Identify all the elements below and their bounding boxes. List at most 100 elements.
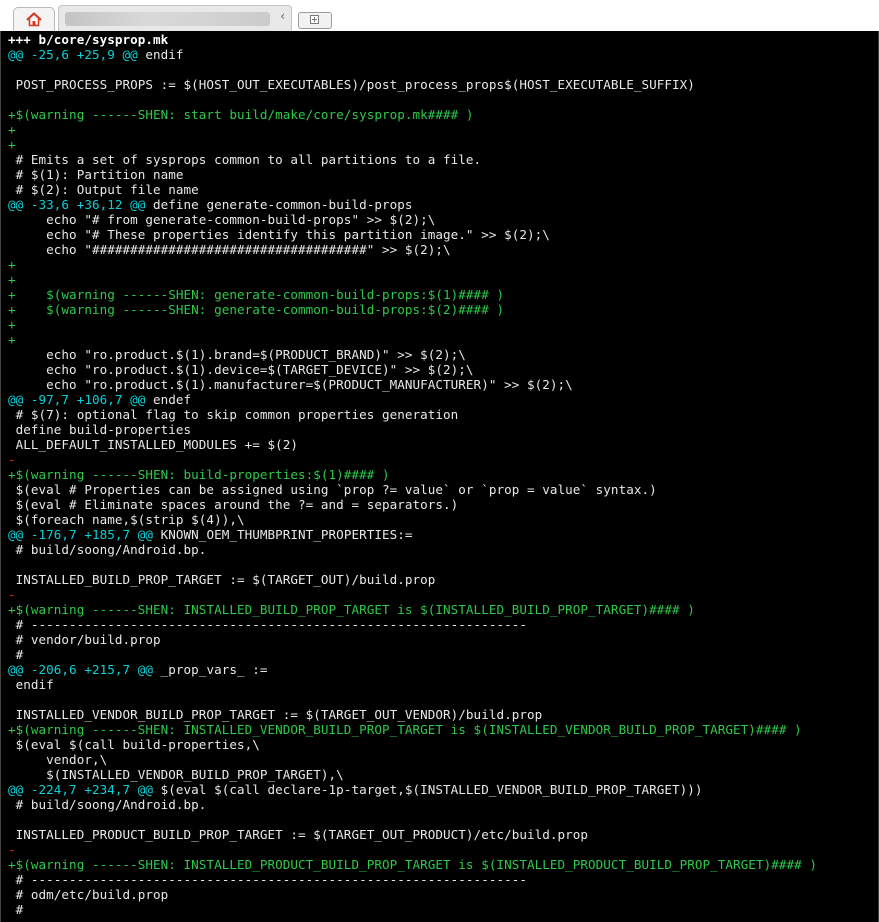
diff-context-line: # $(7): optional flag to skip common pro… (8, 407, 459, 422)
diff-line-text: @@ -33,6 +36,12 @@ (8, 197, 146, 212)
diff-context-line: # build/soong/Android.bp. (8, 542, 207, 557)
diff-line-text: @@ -176,7 +185,7 @@ (8, 527, 154, 542)
diff-line-text: echo "ro.product.$(1).manufacturer=$(PRO… (8, 377, 573, 392)
diff-line-text: $(foreach name,$(strip $(4)),\ (8, 512, 245, 527)
diff-line-text: - (8, 452, 16, 467)
hunk-context-text: endif (137, 47, 184, 62)
diff-line-text: +$(warning ------SHEN: INSTALLED_PRODUCT… (8, 857, 817, 872)
diff-context-line: INSTALLED_BUILD_PROP_TARGET := $(TARGET_… (8, 572, 436, 587)
diff-file-header: +++ b/core/sysprop.mk (8, 32, 168, 47)
home-tab[interactable] (13, 7, 55, 32)
tab-title-redacted (65, 12, 270, 26)
diff-added-line: +$(warning ------SHEN: start build/make/… (8, 107, 474, 122)
diff-context-line: $(INSTALLED_VENDOR_BUILD_PROP_TARGET),\ (8, 767, 344, 782)
diff-hunk-header: @@ -176,7 +185,7 @@ KNOWN_OEM_THUMBPRINT… (8, 527, 413, 542)
diff-line-text: # vendor/build.prop (8, 632, 161, 647)
diff-added-line: + (8, 257, 16, 272)
diff-hunk-header: @@ -224,7 +234,7 @@ $(eval $(call declar… (8, 782, 703, 797)
diff-context-line: echo "ro.product.$(1).manufacturer=$(PRO… (8, 377, 573, 392)
diff-hunk-header: @@ -33,6 +36,12 @@ define generate-commo… (8, 197, 413, 212)
diff-context-line: $(eval # Properties can be assigned usin… (8, 482, 657, 497)
diff-line-text: - (8, 842, 16, 857)
diff-removed-line: - (8, 842, 16, 857)
diff-line-text: + (8, 122, 16, 137)
diff-line-text: # (8, 647, 24, 662)
diff-hunk-header: @@ -25,6 +25,9 @@ endif (8, 47, 184, 62)
diff-context-line: INSTALLED_PRODUCT_BUILD_PROP_TARGET := $… (8, 827, 588, 842)
diff-added-line: + $(warning ------SHEN: generate-common-… (8, 287, 504, 302)
diff-context-line: ALL_DEFAULT_INSTALLED_MODULES += $(2) (8, 437, 298, 452)
diff-line-text: echo "# from generate-common-build-props… (8, 212, 436, 227)
diff-line-text: echo "##################################… (8, 242, 451, 257)
hunk-context-text: endef (145, 392, 192, 407)
diff-context-line: POST_PROCESS_PROPS := $(HOST_OUT_EXECUTA… (8, 77, 695, 92)
hunk-context-text: $(eval $(call declare-1p-target,$(INSTAL… (153, 782, 703, 797)
diff-line-text: INSTALLED_PRODUCT_BUILD_PROP_TARGET := $… (8, 827, 589, 842)
diff-line-text: +$(warning ------SHEN: start build/make/… (8, 107, 474, 122)
diff-line-text: $(eval # Eliminate spaces around the ?= … (8, 497, 459, 512)
chevron-left-icon[interactable]: ‹ (280, 9, 285, 23)
diff-line-text: + $(warning ------SHEN: generate-common-… (8, 302, 505, 317)
diff-context-line: # odm/etc/build.prop (8, 887, 169, 902)
diff-context-line: $(foreach name,$(strip $(4)),\ (8, 512, 245, 527)
diff-context-line: # --------------------------------------… (8, 617, 527, 632)
diff-line-text: vendor,\ (8, 752, 108, 767)
diff-line-text: @@ -206,6 +215,7 @@ (8, 662, 154, 677)
diff-context-line: echo "ro.product.$(1).device=$(TARGET_DE… (8, 362, 474, 377)
diff-added-line: + $(warning ------SHEN: generate-common-… (8, 302, 504, 317)
diff-added-line: +$(warning ------SHEN: INSTALLED_VENDOR_… (8, 722, 802, 737)
diff-line-text: - (8, 587, 16, 602)
diff-line-text: # build/soong/Android.bp. (8, 797, 207, 812)
diff-line-text: INSTALLED_VENDOR_BUILD_PROP_TARGET := $(… (8, 707, 543, 722)
diff-context-line: echo "# from generate-common-build-props… (8, 212, 435, 227)
new-tab-button[interactable] (298, 12, 332, 29)
diff-line-text: # --------------------------------------… (8, 617, 527, 632)
diff-added-line: + (8, 332, 16, 347)
active-session-tab[interactable]: ‹ (58, 5, 292, 32)
diff-line-text: # Emits a set of sysprops common to all … (8, 152, 482, 167)
diff-added-line: + (8, 137, 16, 152)
diff-context-line: INSTALLED_VENDOR_BUILD_PROP_TARGET := $(… (8, 707, 543, 722)
diff-line-text: +$(warning ------SHEN: INSTALLED_VENDOR_… (8, 722, 802, 737)
diff-line-text: +++ b/core/sysprop.mk (8, 32, 169, 47)
diff-context-line: # $(1): Partition name (8, 167, 184, 182)
diff-line-text: $(INSTALLED_VENDOR_BUILD_PROP_TARGET),\ (8, 767, 344, 782)
diff-removed-line: - (8, 587, 16, 602)
diff-line-text: + (8, 332, 16, 347)
diff-context-line: # $(2): Output file name (8, 182, 199, 197)
diff-line-text: echo "# These properties identify this p… (8, 227, 550, 242)
diff-added-line: +$(warning ------SHEN: INSTALLED_PRODUCT… (8, 857, 817, 872)
diff-line-text: # build/soong/Android.bp. (8, 542, 207, 557)
diff-line-text: $(eval # Properties can be assigned usin… (8, 482, 657, 497)
diff-line-text: + (8, 257, 16, 272)
diff-context-line: define build-properties (8, 422, 191, 437)
diff-context-line: vendor,\ (8, 752, 107, 767)
diff-line-text: POST_PROCESS_PROPS := $(HOST_OUT_EXECUTA… (8, 77, 695, 92)
hunk-context-text: _prop_vars_ := (153, 662, 268, 677)
diff-line-text: # $(2): Output file name (8, 182, 199, 197)
diff-context-line: # (8, 647, 24, 662)
diff-line-text: + (8, 272, 16, 287)
diff-line-text: ALL_DEFAULT_INSTALLED_MODULES += $(2) (8, 437, 299, 452)
diff-context-line: # (8, 902, 24, 917)
diff-added-line: +$(warning ------SHEN: INSTALLED_BUILD_P… (8, 602, 695, 617)
diff-added-line: +$(warning ------SHEN: build-properties:… (8, 467, 390, 482)
diff-line-text: echo "ro.product.$(1).device=$(TARGET_DE… (8, 362, 474, 377)
diff-hunk-header: @@ -97,7 +106,7 @@ endef (8, 392, 191, 407)
diff-context-line: endif (8, 677, 54, 692)
diff-removed-line: - (8, 452, 16, 467)
diff-context-line: $(eval $(call build-properties,\ (8, 737, 260, 752)
diff-line-text: + (8, 317, 16, 332)
diff-line-text: define build-properties (8, 422, 192, 437)
diff-context-line: # Emits a set of sysprops common to all … (8, 152, 482, 167)
diff-added-line: + (8, 272, 16, 287)
diff-line-text: @@ -97,7 +106,7 @@ (8, 392, 146, 407)
diff-added-line: + (8, 122, 16, 137)
diff-context-line: # vendor/build.prop (8, 632, 161, 647)
diff-line-text: @@ -25,6 +25,9 @@ (8, 47, 138, 62)
tab-bar: ‹ (0, 0, 879, 32)
diff-context-line: # --------------------------------------… (8, 872, 527, 887)
diff-line-text: INSTALLED_BUILD_PROP_TARGET := $(TARGET_… (8, 572, 436, 587)
diff-line-text: # (8, 902, 24, 917)
terminal-output[interactable]: +++ b/core/sysprop.mk @@ -25,6 +25,9 @@ e… (0, 31, 879, 922)
